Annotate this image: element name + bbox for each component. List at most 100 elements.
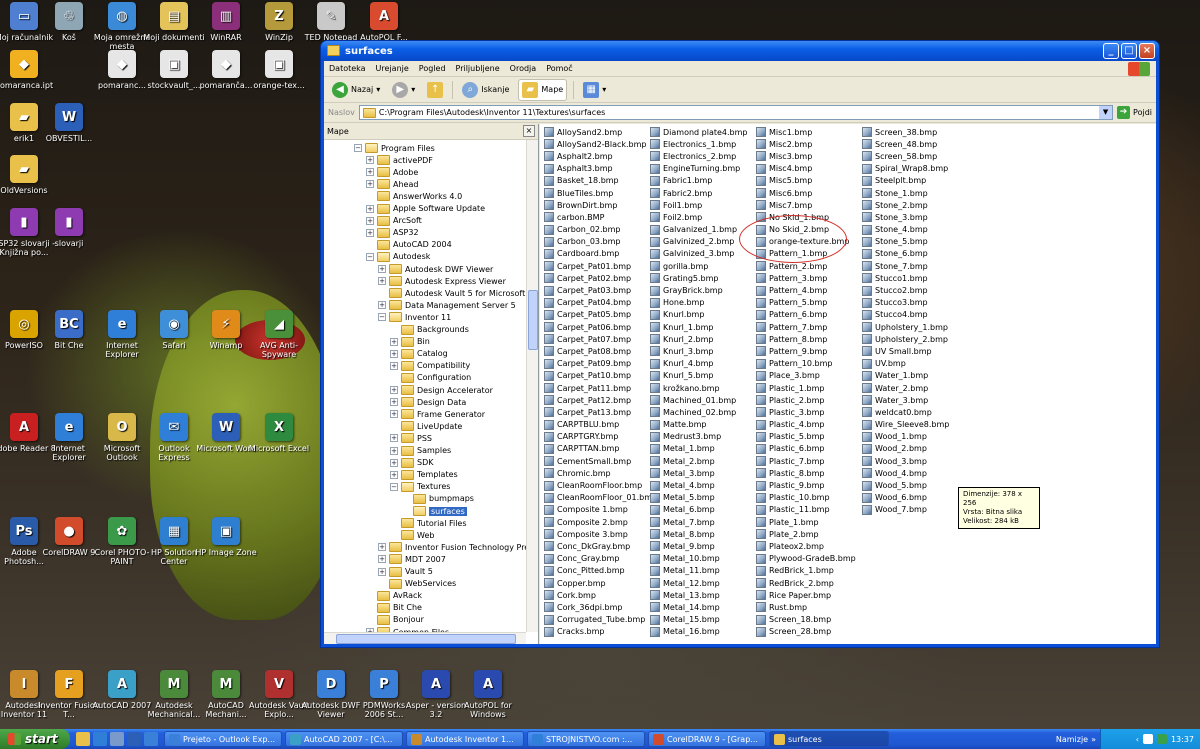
tree-item[interactable]: + Frame Generator — [390, 408, 485, 420]
file-item[interactable]: Steelplt.bmp — [862, 175, 949, 187]
file-item[interactable]: Carpet_Pat10.bmp — [544, 370, 657, 382]
file-item[interactable]: CARPTBLU.bmp — [544, 419, 657, 431]
file-item[interactable]: Metal_14.bmp — [650, 601, 748, 613]
file-item[interactable]: Knurl_1.bmp — [650, 321, 748, 333]
file-item[interactable]: CARPTTAN.bmp — [544, 443, 657, 455]
tree-horizontal-scrollbar[interactable] — [324, 632, 526, 644]
file-item[interactable]: Water_2.bmp — [862, 382, 949, 394]
file-item[interactable]: BrownDirt.bmp — [544, 199, 657, 211]
file-item[interactable]: Carpet_Pat12.bmp — [544, 394, 657, 406]
file-item[interactable]: Knurl_3.bmp — [650, 345, 748, 357]
file-item[interactable]: Stone_3.bmp — [862, 211, 949, 223]
expand-icon[interactable]: + — [366, 180, 374, 189]
desktop-icon-item[interactable]: W OBVESTIL... — [37, 103, 101, 143]
file-item[interactable]: Screen_38.bmp — [862, 126, 949, 138]
file-item[interactable]: Cork_36dpi.bmp — [544, 601, 657, 613]
file-item[interactable]: Stone_7.bmp — [862, 260, 949, 272]
file-item[interactable]: Galvanized_1.bmp — [650, 224, 748, 236]
file-item[interactable]: Plastic_3.bmp — [756, 406, 856, 418]
file-item[interactable]: Pattern_7.bmp — [756, 321, 856, 333]
expand-icon[interactable]: + — [378, 277, 386, 286]
file-item[interactable]: Pattern_10.bmp — [756, 358, 856, 370]
file-item[interactable]: Carpet_Pat02.bmp — [544, 272, 657, 284]
file-item[interactable]: Screen_58.bmp — [862, 150, 949, 162]
file-item[interactable]: Metal_13.bmp — [650, 589, 748, 601]
file-item[interactable]: Plate_2.bmp — [756, 528, 856, 540]
expand-icon[interactable]: + — [378, 567, 386, 576]
file-item[interactable]: Carpet_Pat03.bmp — [544, 284, 657, 296]
file-item[interactable]: Plastic_1.bmp — [756, 382, 856, 394]
expand-icon[interactable]: + — [366, 228, 374, 237]
outlook-icon[interactable] — [144, 732, 158, 746]
file-item[interactable]: RedBrick_2.bmp — [756, 577, 856, 589]
file-item[interactable]: Carpet_Pat13.bmp — [544, 406, 657, 418]
file-item[interactable]: CementSmall.bmp — [544, 455, 657, 467]
desktop-icon-item[interactable]: ▣ orange-tex... — [247, 50, 311, 90]
tree-item[interactable]: LiveUpdate — [390, 420, 462, 432]
file-item[interactable]: Carpet_Pat08.bmp — [544, 345, 657, 357]
tree-item[interactable]: Autodesk Vault 5 for Microsoft Offic — [378, 287, 526, 299]
menu-edit[interactable]: Urejanje — [376, 64, 409, 73]
file-item[interactable]: Pattern_8.bmp — [756, 333, 856, 345]
desktop-icon-item[interactable]: ▮ slovarji — [37, 208, 101, 248]
expand-icon[interactable]: + — [366, 168, 374, 177]
file-item[interactable]: Pattern_5.bmp — [756, 297, 856, 309]
tree-item[interactable]: + SDK — [390, 457, 433, 469]
file-item[interactable]: Wood_7.bmp — [862, 504, 949, 516]
file-item[interactable]: Upholstery_1.bmp — [862, 321, 949, 333]
file-item[interactable]: Pattern_6.bmp — [756, 309, 856, 321]
taskbar-button[interactable]: surfaces — [769, 731, 889, 747]
expand-icon[interactable]: + — [378, 555, 386, 564]
file-item[interactable]: GrayBrick.bmp — [650, 284, 748, 296]
maximize-button[interactable]: □ — [1121, 43, 1137, 59]
file-item[interactable]: Hone.bmp — [650, 297, 748, 309]
expand-icon[interactable]: + — [390, 434, 398, 443]
file-item[interactable]: Metal_9.bmp — [650, 540, 748, 552]
tray-arrow-icon[interactable]: ‹ — [1136, 735, 1139, 744]
tree-item[interactable]: AutoCAD 2004 — [366, 239, 452, 251]
file-item[interactable]: CleanRoomFloor_01.bmp — [544, 492, 657, 504]
close-button[interactable]: × — [1139, 43, 1155, 59]
expand-icon[interactable]: + — [378, 265, 386, 273]
file-item[interactable]: Diamond plate4.bmp — [650, 126, 748, 138]
file-item[interactable]: Metal_6.bmp — [650, 504, 748, 516]
tree-item[interactable]: Configuration — [390, 372, 471, 384]
desktop-icon-item[interactable]: X Microsoft Excel — [247, 413, 311, 453]
desktop-icon-item[interactable]: A AutoPOL for Windows — [456, 670, 520, 719]
file-item[interactable]: Spiral_Wrap8.bmp — [862, 163, 949, 175]
desktop-icon-item[interactable]: ◆ pomaranca.ipt — [0, 50, 56, 90]
tree-item[interactable]: + Design Accelerator — [390, 384, 493, 396]
folder-icon[interactable] — [76, 732, 90, 746]
file-item[interactable]: Asphalt3.bmp — [544, 163, 657, 175]
file-item[interactable]: Water_1.bmp — [862, 370, 949, 382]
tree-item[interactable]: WebServices — [378, 578, 456, 590]
file-item[interactable]: AlloySand2.bmp — [544, 126, 657, 138]
file-item[interactable]: Wood_6.bmp — [862, 492, 949, 504]
file-item[interactable]: Screen_28.bmp — [756, 626, 856, 638]
file-item[interactable]: CleanRoomFloor.bmp — [544, 479, 657, 491]
desktop-toolbar[interactable]: Namizje » — [1056, 729, 1096, 749]
tree-item[interactable]: + MDT 2007 — [378, 553, 446, 565]
file-item[interactable]: Screen_48.bmp — [862, 138, 949, 150]
tree-item[interactable]: Tutorial Files — [390, 517, 467, 529]
file-item[interactable]: Plastic_6.bmp — [756, 443, 856, 455]
file-item[interactable]: Stone_4.bmp — [862, 224, 949, 236]
file-item[interactable]: Misc3.bmp — [756, 150, 856, 162]
expand-icon[interactable]: + — [378, 543, 386, 552]
menu-help[interactable]: Pomoč — [546, 64, 573, 73]
collapse-icon[interactable]: − — [354, 144, 362, 152]
tree-vertical-scrollbar[interactable] — [526, 140, 538, 632]
file-item[interactable]: Stone_1.bmp — [862, 187, 949, 199]
file-item[interactable]: Conc_Pitted.bmp — [544, 565, 657, 577]
file-item[interactable]: Misc6.bmp — [756, 187, 856, 199]
tree-item[interactable]: + ASP32 — [366, 227, 419, 239]
title-bar[interactable]: surfaces _ □ × — [321, 41, 1159, 61]
file-item[interactable]: Metal_2.bmp — [650, 455, 748, 467]
tree-item[interactable]: Web — [390, 529, 434, 541]
file-item[interactable]: Metal_15.bmp — [650, 614, 748, 626]
file-item[interactable]: Metal_10.bmp — [650, 553, 748, 565]
file-item[interactable]: carbon.BMP — [544, 211, 657, 223]
file-item[interactable]: Electronics_2.bmp — [650, 150, 748, 162]
file-item[interactable]: RedBrick_1.bmp — [756, 565, 856, 577]
tree-item[interactable]: surfaces — [402, 505, 467, 517]
